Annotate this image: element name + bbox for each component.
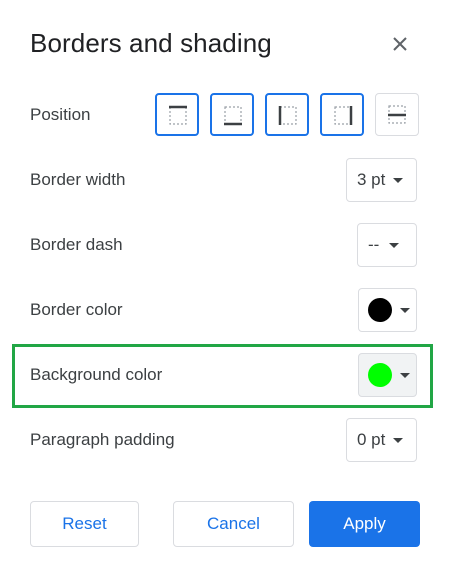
border-dash-label: Border dash (30, 235, 123, 254)
position-label: Position (30, 105, 91, 124)
border-right-icon (334, 106, 353, 125)
chevron-down-icon (400, 307, 410, 313)
border-between-button[interactable] (375, 93, 419, 136)
border-between-icon (388, 105, 406, 124)
apply-button[interactable]: Apply (309, 501, 420, 547)
border-color-dropdown[interactable] (358, 288, 417, 332)
background-color-dropdown[interactable] (358, 353, 417, 397)
border-color-label: Border color (30, 300, 123, 319)
background-color-swatch (368, 363, 392, 387)
border-bottom-button[interactable] (210, 93, 254, 136)
paragraph-padding-dropdown[interactable]: 0 pt (346, 418, 417, 462)
border-dash-value: -- (368, 235, 380, 254)
border-top-button[interactable] (155, 93, 199, 136)
borders-and-shading-dialog: Borders and shading Position Border widt… (0, 0, 449, 573)
paragraph-padding-value: 0 pt (357, 430, 386, 449)
border-dash-row: Border dash -- (12, 215, 433, 275)
close-icon (393, 37, 407, 51)
border-width-label: Border width (30, 170, 126, 189)
chevron-down-icon (400, 372, 410, 378)
border-width-value: 3 pt (357, 170, 386, 189)
border-color-row: Border color (12, 280, 433, 340)
paragraph-padding-label: Paragraph padding (30, 430, 175, 449)
paragraph-padding-row: Paragraph padding 0 pt (12, 410, 433, 470)
dialog-title: Borders and shading (30, 28, 272, 58)
border-dash-dropdown[interactable]: -- (357, 223, 417, 267)
border-top-icon (169, 105, 187, 125)
border-bottom-icon (224, 106, 242, 126)
background-color-label: Background color (30, 365, 163, 384)
background-color-row: Background color (12, 345, 433, 405)
border-width-row: Border width 3 pt (12, 150, 433, 210)
border-color-swatch (368, 298, 392, 322)
border-left-icon (278, 106, 297, 125)
chevron-down-icon (389, 242, 400, 248)
border-width-dropdown[interactable]: 3 pt (346, 158, 417, 202)
border-right-button[interactable] (320, 93, 364, 136)
close-button[interactable] (386, 30, 414, 58)
reset-button[interactable]: Reset (30, 501, 139, 547)
cancel-button[interactable]: Cancel (173, 501, 294, 547)
chevron-down-icon (393, 437, 404, 443)
chevron-down-icon (393, 177, 404, 183)
border-left-button[interactable] (265, 93, 309, 136)
